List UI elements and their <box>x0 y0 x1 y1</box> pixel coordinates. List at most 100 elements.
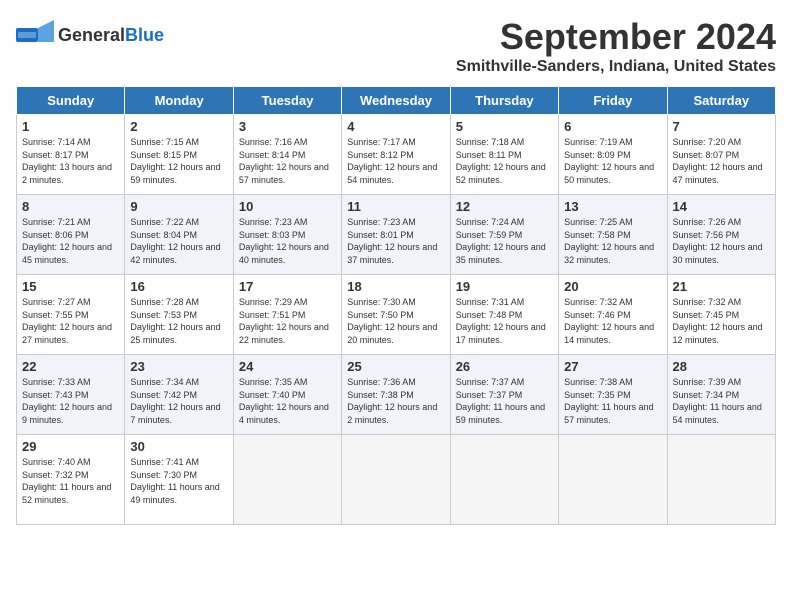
day-info: Sunrise: 7:40 AMSunset: 7:32 PMDaylight:… <box>22 456 119 506</box>
calendar-day-cell: 29Sunrise: 7:40 AMSunset: 7:32 PMDayligh… <box>17 435 125 525</box>
day-number: 8 <box>22 199 119 214</box>
calendar-week-row: 29Sunrise: 7:40 AMSunset: 7:32 PMDayligh… <box>17 435 776 525</box>
day-info: Sunrise: 7:27 AMSunset: 7:55 PMDaylight:… <box>22 296 119 346</box>
calendar-day-cell: 10 Sunrise: 7:23 AMSunset: 8:03 PMDayligh… <box>233 195 341 275</box>
calendar-day-cell: 28 Sunrise: 7:39 AMSunset: 7:34 PMDayligh… <box>667 355 775 435</box>
calendar-week-row: 15 Sunrise: 7:27 AMSunset: 7:55 PMDayligh… <box>17 275 776 355</box>
day-number: 6 <box>564 119 661 134</box>
logo-blue: Blue <box>125 25 164 45</box>
calendar-day-cell: 17 Sunrise: 7:29 AMSunset: 7:51 PMDayligh… <box>233 275 341 355</box>
day-number: 11 <box>347 199 444 214</box>
col-monday: Monday <box>125 87 233 115</box>
calendar-day-cell <box>450 435 558 525</box>
day-number: 27 <box>564 359 661 374</box>
calendar-day-cell: 11 Sunrise: 7:23 AMSunset: 8:01 PMDayligh… <box>342 195 450 275</box>
calendar-day-cell: 3Sunrise: 7:16 AMSunset: 8:14 PMDaylight… <box>233 115 341 195</box>
day-info: Sunrise: 7:35 AMSunset: 7:40 PMDaylight:… <box>239 376 336 426</box>
calendar-day-cell: 2 Sunrise: 7:15 AMSunset: 8:15 PMDaylight… <box>125 115 233 195</box>
day-info: Sunrise: 7:18 AMSunset: 8:11 PMDaylight:… <box>456 136 553 186</box>
calendar-day-cell: 16 Sunrise: 7:28 AMSunset: 7:53 PMDayligh… <box>125 275 233 355</box>
calendar-day-cell: 12Sunrise: 7:24 AMSunset: 7:59 PMDayligh… <box>450 195 558 275</box>
day-info: Sunrise: 7:26 AMSunset: 7:56 PMDaylight:… <box>673 216 770 266</box>
day-number: 9 <box>130 199 227 214</box>
calendar-day-cell: 6 Sunrise: 7:19 AMSunset: 8:09 PMDaylight… <box>559 115 667 195</box>
day-number: 5 <box>456 119 553 134</box>
day-number: 13 <box>564 199 661 214</box>
day-number: 2 <box>130 119 227 134</box>
day-info: Sunrise: 7:29 AMSunset: 7:51 PMDaylight:… <box>239 296 336 346</box>
location-title: Smithville-Sanders, Indiana, United Stat… <box>456 58 776 76</box>
calendar-day-cell: 14Sunrise: 7:26 AMSunset: 7:56 PMDayligh… <box>667 195 775 275</box>
col-sunday: Sunday <box>17 87 125 115</box>
calendar-day-cell: 20 Sunrise: 7:32 AMSunset: 7:46 PMDayligh… <box>559 275 667 355</box>
day-info: Sunrise: 7:34 AMSunset: 7:42 PMDaylight:… <box>130 376 227 426</box>
title-area: September 2024 Smithville-Sanders, India… <box>456 16 776 76</box>
calendar-day-cell <box>233 435 341 525</box>
calendar-day-cell: 27 Sunrise: 7:38 AMSunset: 7:35 PMDayligh… <box>559 355 667 435</box>
day-info: Sunrise: 7:19 AMSunset: 8:09 PMDaylight:… <box>564 136 661 186</box>
day-number: 20 <box>564 279 661 294</box>
day-info: Sunrise: 7:17 AMSunset: 8:12 PMDaylight:… <box>347 136 444 186</box>
day-info: Sunrise: 7:33 AMSunset: 7:43 PMDaylight:… <box>22 376 119 426</box>
day-number: 7 <box>673 119 770 134</box>
calendar-day-cell: 30 Sunrise: 7:41 AMSunset: 7:30 PMDayligh… <box>125 435 233 525</box>
calendar-day-cell: 24 Sunrise: 7:35 AMSunset: 7:40 PMDayligh… <box>233 355 341 435</box>
day-info: Sunrise: 7:28 AMSunset: 7:53 PMDaylight:… <box>130 296 227 346</box>
day-info: Sunrise: 7:22 AMSunset: 8:04 PMDaylight:… <box>130 216 227 266</box>
calendar-day-cell: 13 Sunrise: 7:25 AMSunset: 7:58 PMDayligh… <box>559 195 667 275</box>
calendar-day-cell: 4Sunrise: 7:17 AMSunset: 8:12 PMDaylight… <box>342 115 450 195</box>
calendar-day-cell: 21Sunrise: 7:32 AMSunset: 7:45 PMDayligh… <box>667 275 775 355</box>
day-info: Sunrise: 7:41 AMSunset: 7:30 PMDaylight:… <box>130 456 227 506</box>
calendar-day-cell: 23Sunrise: 7:34 AMSunset: 7:42 PMDayligh… <box>125 355 233 435</box>
day-info: Sunrise: 7:25 AMSunset: 7:58 PMDaylight:… <box>564 216 661 266</box>
logo-general: General <box>58 25 125 45</box>
day-number: 15 <box>22 279 119 294</box>
day-info: Sunrise: 7:38 AMSunset: 7:35 PMDaylight:… <box>564 376 661 426</box>
calendar-week-row: 8Sunrise: 7:21 AMSunset: 8:06 PMDaylight… <box>17 195 776 275</box>
day-info: Sunrise: 7:16 AMSunset: 8:14 PMDaylight:… <box>239 136 336 186</box>
day-number: 21 <box>673 279 770 294</box>
calendar-day-cell <box>559 435 667 525</box>
day-number: 24 <box>239 359 336 374</box>
calendar: Sunday Monday Tuesday Wednesday Thursday… <box>16 86 776 525</box>
calendar-day-cell: 15 Sunrise: 7:27 AMSunset: 7:55 PMDayligh… <box>17 275 125 355</box>
day-info: Sunrise: 7:32 AMSunset: 7:46 PMDaylight:… <box>564 296 661 346</box>
calendar-day-cell: 1 Sunrise: 7:14 AMSunset: 8:17 PMDaylight… <box>17 115 125 195</box>
day-number: 19 <box>456 279 553 294</box>
day-info: Sunrise: 7:14 AMSunset: 8:17 PMDaylight:… <box>22 136 119 186</box>
col-wednesday: Wednesday <box>342 87 450 115</box>
calendar-week-row: 22Sunrise: 7:33 AMSunset: 7:43 PMDayligh… <box>17 355 776 435</box>
day-number: 1 <box>22 119 119 134</box>
day-number: 10 <box>239 199 336 214</box>
day-number: 17 <box>239 279 336 294</box>
day-info: Sunrise: 7:23 AMSunset: 8:03 PMDaylight:… <box>239 216 336 266</box>
day-info: Sunrise: 7:36 AMSunset: 7:38 PMDaylight:… <box>347 376 444 426</box>
day-number: 25 <box>347 359 444 374</box>
day-number: 12 <box>456 199 553 214</box>
calendar-day-cell: 8Sunrise: 7:21 AMSunset: 8:06 PMDaylight… <box>17 195 125 275</box>
month-title: September 2024 <box>456 16 776 58</box>
col-thursday: Thursday <box>450 87 558 115</box>
col-saturday: Saturday <box>667 87 775 115</box>
day-info: Sunrise: 7:15 AMSunset: 8:15 PMDaylight:… <box>130 136 227 186</box>
day-info: Sunrise: 7:37 AMSunset: 7:37 PMDaylight:… <box>456 376 553 426</box>
calendar-day-cell: 22Sunrise: 7:33 AMSunset: 7:43 PMDayligh… <box>17 355 125 435</box>
day-info: Sunrise: 7:23 AMSunset: 8:01 PMDaylight:… <box>347 216 444 266</box>
day-number: 28 <box>673 359 770 374</box>
calendar-day-cell <box>667 435 775 525</box>
calendar-day-cell: 7 Sunrise: 7:20 AMSunset: 8:07 PMDaylight… <box>667 115 775 195</box>
day-number: 16 <box>130 279 227 294</box>
day-number: 18 <box>347 279 444 294</box>
day-info: Sunrise: 7:20 AMSunset: 8:07 PMDaylight:… <box>673 136 770 186</box>
day-info: Sunrise: 7:39 AMSunset: 7:34 PMDaylight:… <box>673 376 770 426</box>
day-number: 26 <box>456 359 553 374</box>
calendar-day-cell: 26 Sunrise: 7:37 AMSunset: 7:37 PMDayligh… <box>450 355 558 435</box>
calendar-day-cell: 18Sunrise: 7:30 AMSunset: 7:50 PMDayligh… <box>342 275 450 355</box>
calendar-day-cell: 19Sunrise: 7:31 AMSunset: 7:48 PMDayligh… <box>450 275 558 355</box>
logo-icon <box>16 20 54 50</box>
day-number: 30 <box>130 439 227 454</box>
calendar-day-cell <box>342 435 450 525</box>
calendar-week-row: 1 Sunrise: 7:14 AMSunset: 8:17 PMDaylight… <box>17 115 776 195</box>
calendar-day-cell: 9 Sunrise: 7:22 AMSunset: 8:04 PMDaylight… <box>125 195 233 275</box>
calendar-day-cell: 5 Sunrise: 7:18 AMSunset: 8:11 PMDaylight… <box>450 115 558 195</box>
